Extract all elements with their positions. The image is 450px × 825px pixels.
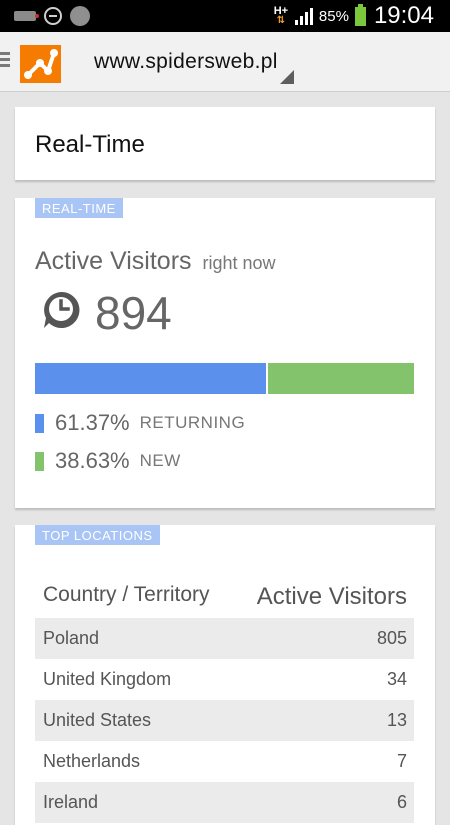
visitors-column-header: Active Visitors	[256, 583, 407, 610]
account-label: www.spidersweb.pl	[94, 50, 278, 73]
right-now-label: right now	[202, 253, 276, 273]
page-title: Real-Time	[35, 131, 145, 158]
returning-legend: 61.37% RETURNING	[35, 410, 245, 436]
new-legend: 38.63% NEW	[35, 448, 181, 474]
active-visitors-label: Active Visitors	[35, 247, 192, 275]
country-cell: Poland	[43, 628, 100, 648]
returning-percent: 61.37%	[55, 410, 130, 435]
top-locations-card: TOP LOCATIONS Country / Territory Active…	[15, 525, 435, 825]
data-activity-icon: ⇅	[276, 15, 286, 26]
visitors-cell: 805	[376, 628, 407, 648]
table-row[interactable]: United States 13	[35, 700, 414, 741]
dropdown-triangle-icon	[280, 70, 294, 84]
account-selector[interactable]: www.spidersweb.pl	[94, 50, 294, 92]
status-system: H+ ⇅ 85% 19:04	[273, 0, 434, 32]
visitors-cell: 34	[386, 669, 407, 689]
realtime-badge: REAL-TIME	[35, 198, 123, 218]
menu-icon[interactable]	[0, 52, 10, 70]
signal-strength-icon	[294, 7, 313, 25]
country-cell: Ireland	[43, 792, 99, 812]
visitors-cell: 7	[396, 751, 407, 771]
active-visitors-title: Active Visitors right now	[35, 247, 276, 276]
table-row[interactable]: United Kingdom 34	[35, 659, 414, 700]
new-label: NEW	[139, 451, 181, 470]
battery-percent: 85%	[318, 7, 349, 25]
new-bar-segment	[268, 363, 414, 394]
status-notifications	[14, 6, 90, 26]
realtime-card: REAL-TIME Active Visitors right now 894 …	[15, 198, 435, 508]
battery-icon	[354, 3, 366, 26]
clock-time: 19:04	[373, 2, 434, 29]
visitors-cell: 6	[396, 792, 407, 812]
table-row[interactable]: Poland 805	[35, 618, 414, 659]
active-visitor-count: 894	[95, 287, 172, 339]
visitor-ratio-bar	[35, 363, 414, 394]
country-cell: Netherlands	[43, 751, 141, 771]
status-bar: H+ ⇅ 85% 19:04	[0, 0, 450, 32]
returning-label: RETURNING	[139, 413, 246, 432]
page-title-card: Real-Time	[15, 107, 435, 180]
country-column-header: Country / Territory	[43, 583, 210, 606]
new-percent: 38.63%	[55, 448, 130, 473]
action-bar: www.spidersweb.pl	[0, 32, 450, 92]
top-locations-badge: TOP LOCATIONS	[35, 525, 160, 545]
country-cell: United Kingdom	[43, 669, 172, 689]
clock-icon	[41, 290, 81, 330]
returning-bar-segment	[35, 363, 266, 394]
country-cell: United States	[43, 710, 152, 730]
analytics-logo-icon[interactable]	[20, 45, 61, 83]
network-type-icon: H+ ⇅	[273, 6, 289, 26]
locations-table-header: Country / Territory Active Visitors	[43, 583, 407, 611]
table-row[interactable]: Ireland 6	[35, 782, 414, 823]
eurosport-notification-icon	[14, 11, 39, 21]
globe-icon	[70, 6, 90, 26]
new-swatch	[35, 451, 44, 471]
do-not-disturb-icon	[44, 7, 62, 25]
visitors-cell: 13	[386, 710, 407, 730]
returning-swatch	[35, 413, 44, 433]
locations-table: Poland 805 United Kingdom 34 United Stat…	[35, 618, 414, 823]
table-row[interactable]: Netherlands 7	[35, 741, 414, 782]
